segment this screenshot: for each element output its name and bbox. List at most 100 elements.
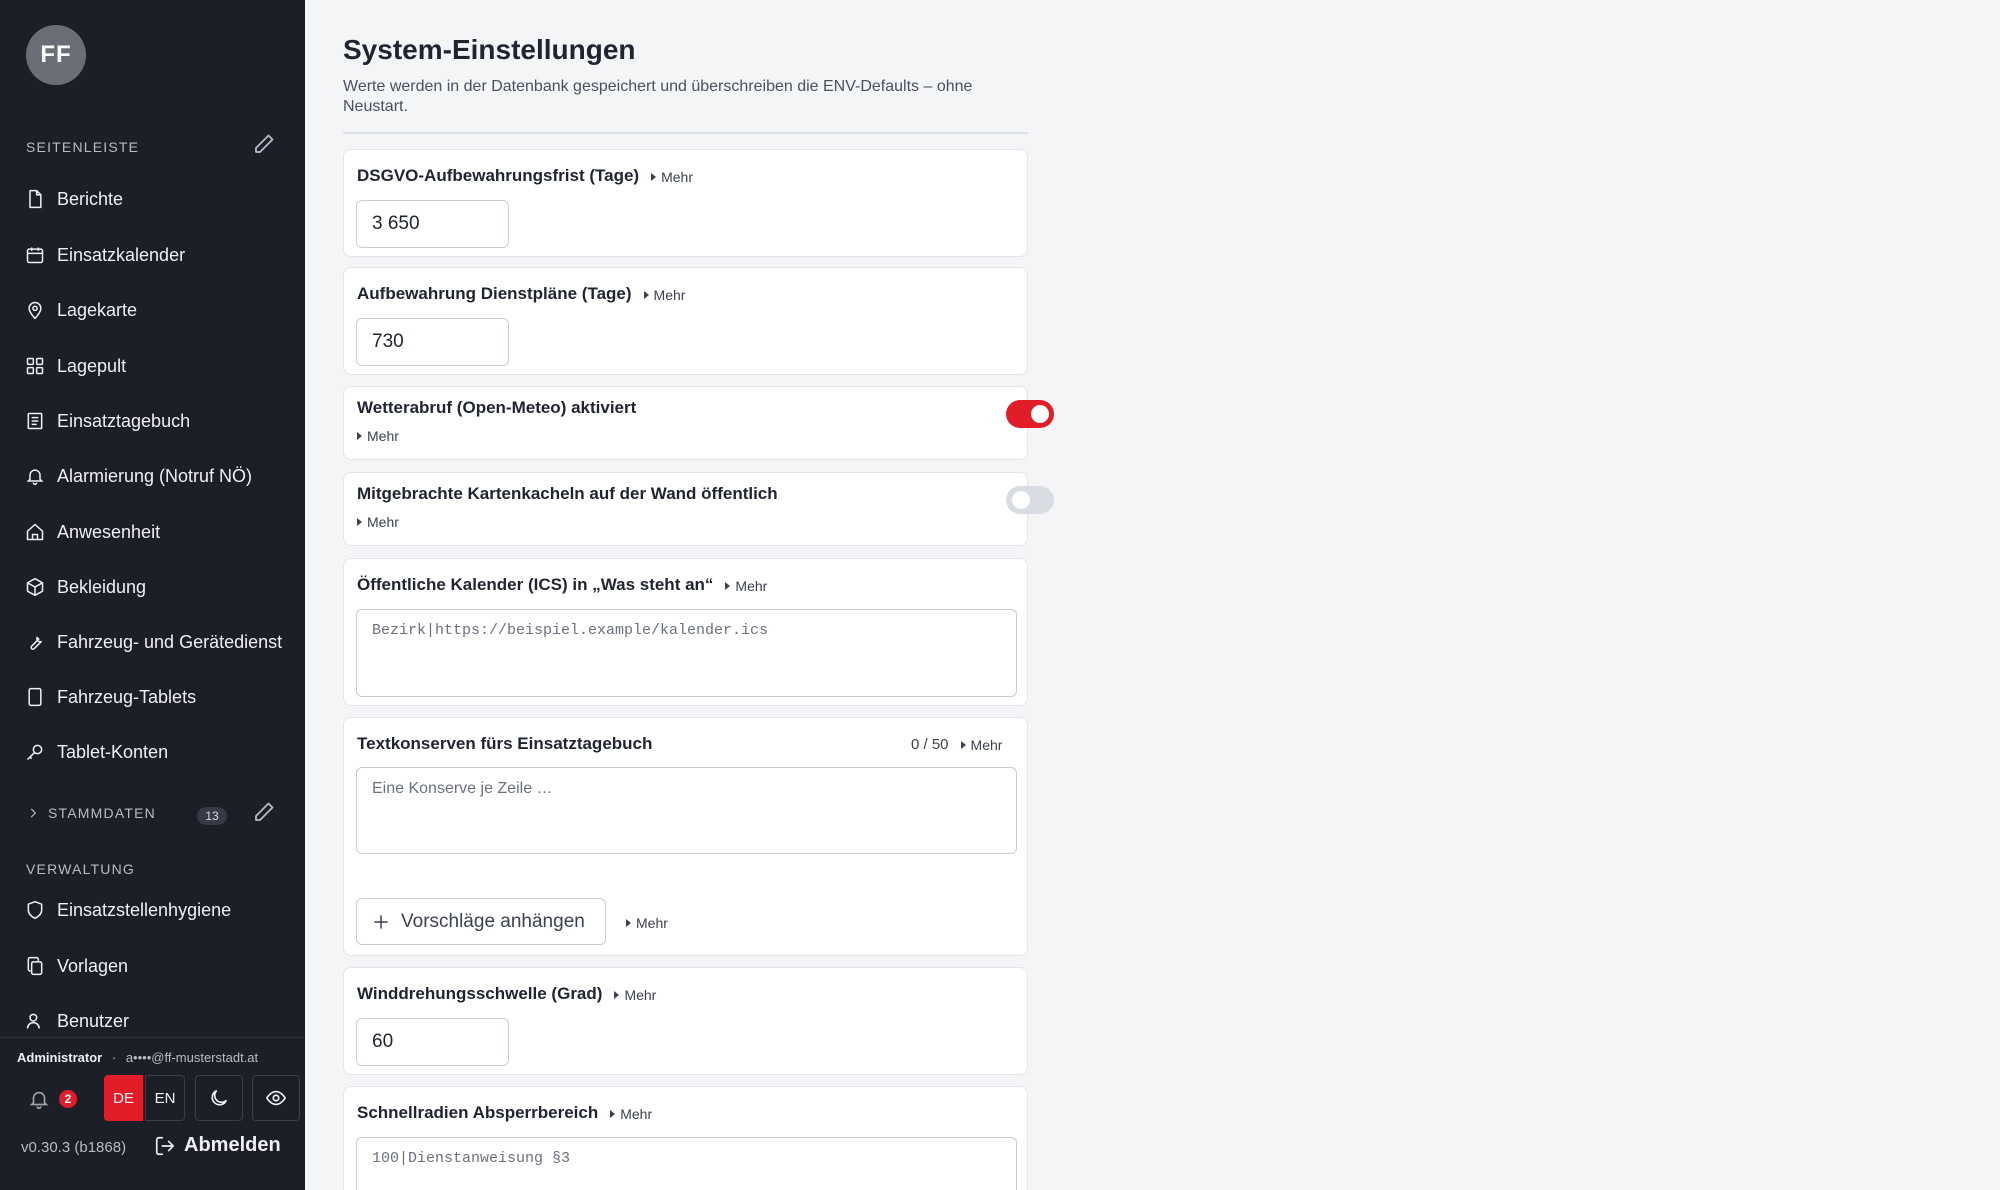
setting-label-text: Öffentliche Kalender (ICS) in „Was steht…: [357, 575, 714, 594]
verwaltung-section-title: Verwaltung: [26, 861, 135, 877]
user-line: Administrator · a••••@ff-musterstadt.at: [17, 1050, 259, 1065]
main-content: System-Einstellungen Werte werden in der…: [305, 0, 2000, 1190]
sidebar-item-label: Alarmierung (Notruf NÖ): [57, 465, 253, 486]
mehr-toggle[interactable]: Mehr: [357, 428, 399, 444]
language-de-button[interactable]: DE: [104, 1075, 143, 1121]
setting-dsgvo: DSGVO-Aufbewahrungsfrist (Tage) Mehr: [343, 149, 1028, 257]
chevron-right-icon: [30, 808, 37, 818]
sidebar-item-anwesenheit[interactable]: Anwesenheit: [0, 510, 305, 554]
moon-icon: [211, 1089, 228, 1106]
language-en-button[interactable]: EN: [145, 1075, 185, 1121]
user-email: a••••@ff-musterstadt.at: [125, 1050, 259, 1065]
mehr-toggle[interactable]: Mehr: [626, 915, 668, 931]
mehr-toggle[interactable]: Mehr: [644, 287, 686, 303]
home-icon: [26, 523, 44, 541]
schnellradien-textarea[interactable]: [356, 1137, 1017, 1190]
setting-label: Aufbewahrung Dienstpläne (Tage) Mehr: [357, 284, 685, 304]
setting-label-text: Mitgebrachte Kartenkacheln auf der Wand …: [357, 484, 778, 503]
mehr-toggle[interactable]: Mehr: [725, 578, 767, 594]
notification-bell-icon[interactable]: [28, 1088, 50, 1110]
add-suggestions-label: Vorschläge anhängen: [401, 910, 585, 932]
setting-label: Schnellradien Absperrbereich Mehr: [357, 1103, 652, 1123]
sidebar-item-label: Tablet-Konten: [57, 741, 169, 762]
sidebar-item-label: Berichte: [57, 188, 124, 209]
sidebar-item-berichte[interactable]: Berichte: [0, 177, 305, 221]
view-mode-button[interactable]: [252, 1075, 300, 1121]
dienstplaene-days-input[interactable]: [356, 318, 509, 366]
sidebar-item-label: Vorlagen: [57, 955, 129, 976]
page-subtitle: Werte werden in der Datenbank gespeicher…: [343, 78, 973, 115]
sidebar-item-label: Lagepult: [57, 355, 127, 376]
sidebar-item-einsatztagebuch[interactable]: Einsatztagebuch: [0, 399, 305, 443]
plus-icon: [374, 914, 388, 929]
char-counter: 0 / 50: [911, 736, 949, 753]
copy-icon: [27, 956, 43, 976]
toggle-knob: [1031, 405, 1049, 423]
mehr-toggle[interactable]: Mehr: [357, 514, 399, 530]
count-badge: 13: [197, 807, 227, 825]
pencil-icon[interactable]: [252, 800, 276, 824]
textkonserven-textarea[interactable]: [356, 767, 1017, 854]
dsgvo-days-input[interactable]: [356, 200, 509, 248]
sidebar-item-label: Einsatzkalender: [57, 244, 186, 265]
mehr-toggle[interactable]: Mehr: [614, 987, 656, 1003]
avatar[interactable]: FF: [26, 25, 86, 85]
setting-textkonserven: Textkonserven fürs Einsatztagebuch 0 / 5…: [343, 717, 1028, 956]
sidebar-footer: Administrator · a••••@ff-musterstadt.at …: [0, 1037, 305, 1190]
add-suggestions-button[interactable]: Vorschläge anhängen: [356, 898, 606, 945]
bell-icon: [26, 469, 44, 486]
sidebar-item-lagekarte[interactable]: Lagekarte: [0, 288, 305, 332]
sidebar-item-tablet-konten[interactable]: Tablet-Konten: [0, 730, 305, 774]
sidebar-item-alarmierung[interactable]: Alarmierung (Notruf NÖ): [0, 454, 305, 498]
user-role: Administrator: [17, 1050, 103, 1065]
sidebar-item-label: Fahrzeug-Tablets: [57, 686, 197, 707]
sidebar-item-vorlagen[interactable]: Vorlagen: [0, 944, 305, 988]
list-document-icon: [27, 412, 43, 430]
stammdaten-toggle[interactable]: Stammdaten: [26, 805, 156, 821]
wrench-icon: [30, 636, 42, 650]
setting-wetter: Wetterabruf (Open-Meteo) aktiviert Mehr: [343, 386, 1054, 460]
package-icon: [26, 577, 44, 597]
mehr-toggle[interactable]: Mehr: [610, 1106, 652, 1122]
setting-label: Öffentliche Kalender (ICS) in „Was steht…: [357, 575, 767, 595]
sidebar-item-label: Anwesenheit: [57, 521, 161, 542]
map-pin-icon: [28, 301, 42, 320]
mehr-toggle[interactable]: Mehr: [961, 737, 1003, 753]
kartenkacheln-toggle[interactable]: [1006, 486, 1054, 514]
sidebar-item-label: Einsatztagebuch: [57, 410, 191, 431]
logout-button[interactable]: Abmelden: [154, 1134, 281, 1157]
sidebar-item-lagepult[interactable]: Lagepult: [0, 344, 305, 388]
pencil-icon[interactable]: [252, 132, 276, 156]
sidebar-section-title: Seitenleiste: [26, 139, 140, 155]
ics-textarea[interactable]: [356, 609, 1017, 697]
wetter-toggle[interactable]: [1006, 400, 1054, 428]
logout-label: Abmelden: [184, 1134, 281, 1156]
setting-schnellradien: Schnellradien Absperrbereich Mehr: [343, 1086, 1028, 1190]
grid-icon: [26, 357, 44, 375]
sidebar-item-label: Fahrzeug- und Gerätedienst: [57, 631, 283, 652]
setting-dienstplaene: Aufbewahrung Dienstpläne (Tage) Mehr: [343, 267, 1028, 375]
sidebar-item-fahrzeug-tablets[interactable]: Fahrzeug-Tablets: [0, 675, 305, 719]
setting-label-text: Wetterabruf (Open-Meteo) aktiviert: [357, 398, 637, 417]
setting-label: Winddrehungsschwelle (Grad) Mehr: [357, 984, 656, 1004]
sidebar: FF Seitenleiste Berichte Einsatzkalender…: [0, 0, 305, 1190]
page-title: System-Einstellungen: [343, 34, 636, 65]
divider: [343, 132, 1028, 134]
sidebar-item-bekleidung[interactable]: Bekleidung: [0, 565, 305, 609]
sidebar-item-label: Einsatzstellenhygiene: [57, 899, 232, 920]
mehr-toggle[interactable]: Mehr: [651, 169, 693, 185]
sidebar-item-label: Benutzer: [57, 1010, 130, 1031]
sidebar-item-einsatzstellenhygiene[interactable]: Einsatzstellenhygiene: [0, 888, 305, 932]
eye-icon: [265, 1090, 287, 1106]
sidebar-item-label: Bekleidung: [57, 576, 147, 597]
winddrehung-input[interactable]: [356, 1018, 509, 1066]
dark-mode-button[interactable]: [195, 1075, 243, 1121]
app-version: v0.30.3 (b1868): [21, 1139, 127, 1156]
file-icon: [29, 189, 42, 209]
setting-label-text: Winddrehungsschwelle (Grad): [357, 984, 603, 1003]
user-icon: [26, 1013, 40, 1029]
sidebar-item-fahrzeugdienst[interactable]: Fahrzeug- und Gerätedienst: [0, 620, 305, 664]
sidebar-item-einsatzkalender[interactable]: Einsatzkalender: [0, 233, 305, 277]
notification-count-badge: 2: [59, 1090, 77, 1108]
setting-label: DSGVO-Aufbewahrungsfrist (Tage) Mehr: [357, 166, 693, 186]
